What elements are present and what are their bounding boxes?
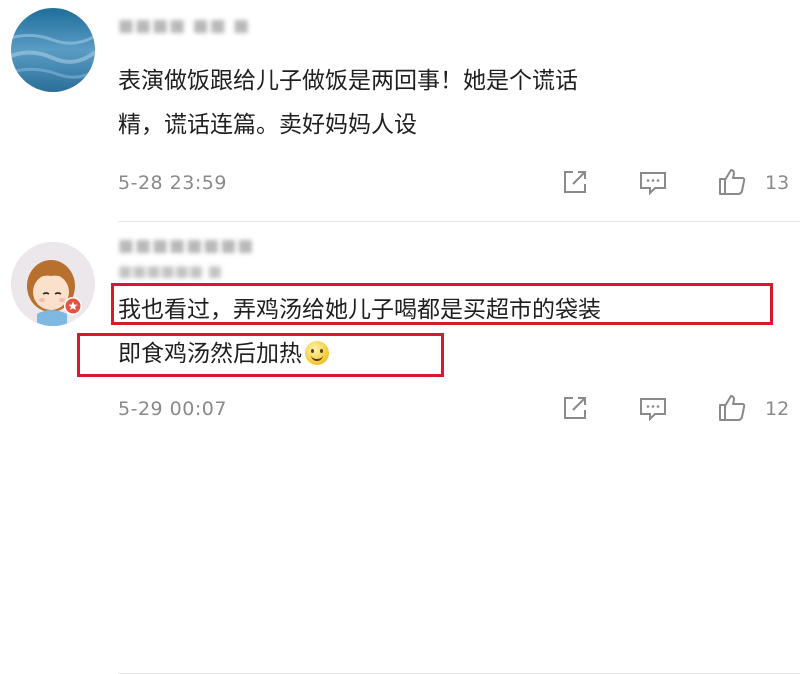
comment-text: 表演做饭跟给儿子做饭是两回事！她是个谎话 精，谎话连篇。卖好妈妈人设 — [118, 59, 578, 147]
comment-text-line: 精，谎话连篇。卖好妈妈人设 — [118, 112, 417, 138]
comment-text-line: 表演做饭跟给儿子做饭是两回事！她是个谎话 — [118, 68, 578, 94]
comment-icon — [640, 398, 666, 422]
reply-button[interactable] — [638, 167, 668, 197]
share-icon — [564, 171, 586, 193]
comment-time: 5-29 00:07 — [118, 398, 227, 420]
like-count: 13 — [765, 172, 790, 194]
thumbs-up-icon — [719, 169, 746, 195]
like-count: 12 — [765, 398, 790, 420]
avatar[interactable] — [11, 8, 95, 92]
comment-item: ■■■■■■■■ ■■■■■■ ■ 我也看过，弄鸡汤给她儿子喝都是买超市的袋装 … — [0, 224, 800, 674]
like-button[interactable] — [717, 393, 747, 423]
share-button[interactable] — [560, 393, 590, 423]
username-blurred[interactable]: ■■■■ ■■ ■ — [118, 16, 268, 36]
username-blurred[interactable]: ■■■■■■■■ — [118, 236, 288, 256]
comment-icon — [640, 172, 666, 196]
highlight-box — [77, 333, 444, 377]
comment-item: ■■■■ ■■ ■ 表演做饭跟给儿子做饭是两回事！她是个谎话 精，谎话连篇。卖好… — [0, 0, 800, 222]
avatar[interactable] — [11, 242, 95, 326]
comment-time: 5-28 23:59 — [118, 172, 227, 194]
divider — [118, 221, 800, 222]
like-button[interactable] — [717, 167, 747, 197]
thumbs-up-icon — [719, 395, 746, 421]
highlight-box — [111, 283, 773, 325]
username-subtitle-blurred: ■■■■■■ ■ — [118, 262, 222, 280]
share-button[interactable] — [560, 167, 590, 197]
share-icon — [564, 397, 586, 419]
reply-button[interactable] — [638, 393, 668, 423]
